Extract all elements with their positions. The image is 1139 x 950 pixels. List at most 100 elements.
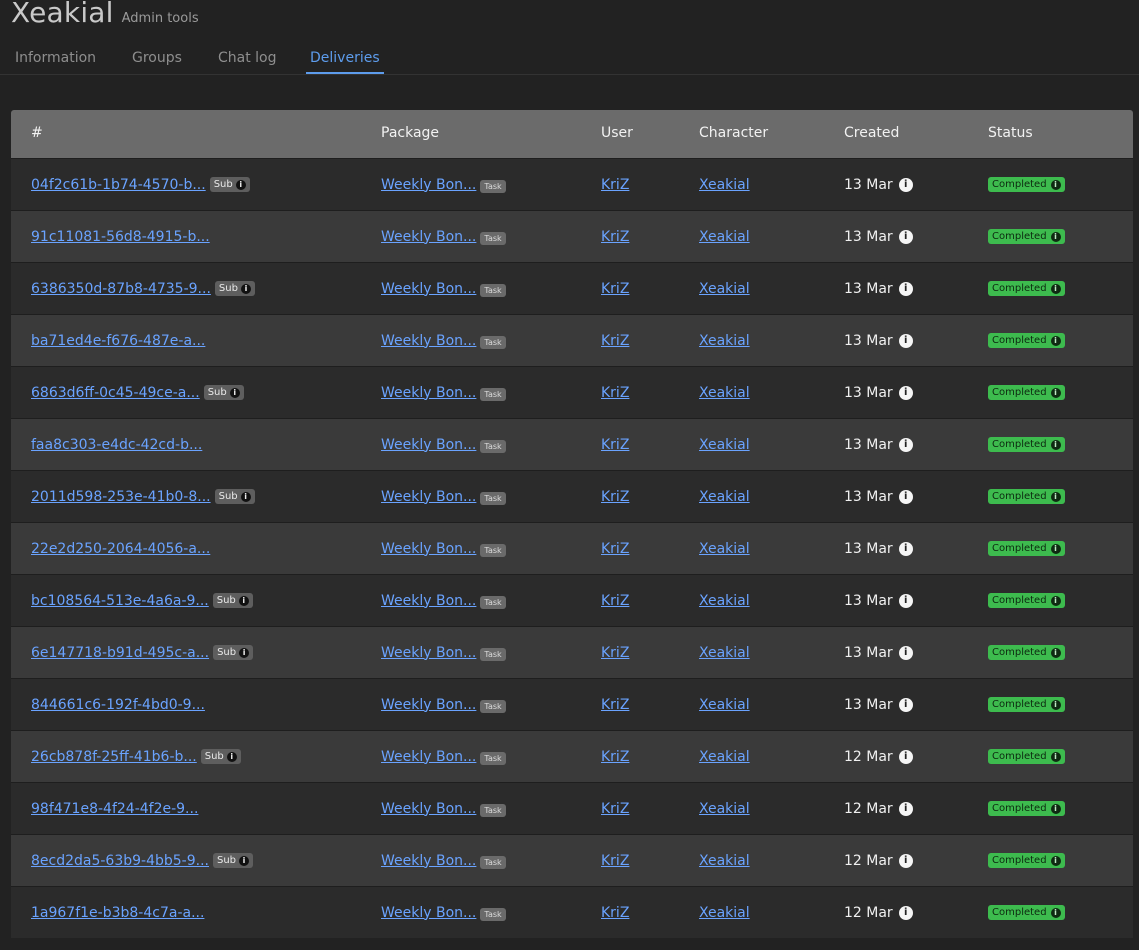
column-header-id[interactable]: # — [31, 125, 43, 141]
info-icon[interactable]: i — [898, 853, 913, 868]
package-link[interactable]: Weekly Bon... — [381, 905, 476, 921]
info-icon[interactable]: i — [898, 801, 913, 816]
delivery-id-link[interactable]: 2011d598-253e-41b0-8... — [31, 489, 211, 505]
package-link[interactable]: Weekly Bon... — [381, 645, 476, 661]
package-link[interactable]: Weekly Bon... — [381, 541, 476, 557]
delivery-id-link[interactable]: 26cb878f-25ff-41b6-b... — [31, 749, 197, 765]
info-icon[interactable]: i — [898, 385, 913, 400]
info-icon[interactable]: i — [898, 489, 913, 504]
status-badge[interactable]: Completed i — [988, 541, 1065, 556]
delivery-id-link[interactable]: 844661c6-192f-4bd0-9... — [31, 697, 205, 713]
package-link[interactable]: Weekly Bon... — [381, 333, 476, 349]
info-icon[interactable]: i — [898, 697, 913, 712]
delivery-id-link[interactable]: 6e147718-b91d-495c-a... — [31, 645, 209, 661]
character-link[interactable]: Xeakial — [699, 645, 750, 661]
info-icon[interactable]: i — [898, 177, 913, 192]
sub-badge[interactable]: Sub i — [213, 645, 254, 660]
sub-badge[interactable]: Sub i — [214, 281, 255, 296]
info-icon[interactable]: i — [898, 229, 913, 244]
status-badge[interactable]: Completed i — [988, 385, 1065, 400]
package-link[interactable]: Weekly Bon... — [381, 229, 476, 245]
sub-badge[interactable]: Sub i — [200, 749, 241, 764]
delivery-id-link[interactable]: faa8c303-e4dc-42cd-b... — [31, 437, 202, 453]
character-link[interactable]: Xeakial — [699, 437, 750, 453]
user-link[interactable]: KriZ — [601, 385, 629, 401]
status-badge[interactable]: Completed i — [988, 853, 1065, 868]
package-link[interactable]: Weekly Bon... — [381, 853, 476, 869]
character-link[interactable]: Xeakial — [699, 177, 750, 193]
delivery-id-link[interactable]: 04f2c61b-1b74-4570-b... — [31, 177, 206, 193]
status-badge[interactable]: Completed i — [988, 333, 1065, 348]
tab-chat-log[interactable]: Chat log — [218, 50, 277, 72]
package-link[interactable]: Weekly Bon... — [381, 437, 476, 453]
status-badge[interactable]: Completed i — [988, 229, 1065, 244]
status-badge[interactable]: Completed i — [988, 437, 1065, 452]
package-link[interactable]: Weekly Bon... — [381, 749, 476, 765]
character-link[interactable]: Xeakial — [699, 541, 750, 557]
user-link[interactable]: KriZ — [601, 801, 629, 817]
user-link[interactable]: KriZ — [601, 697, 629, 713]
user-link[interactable]: KriZ — [601, 853, 629, 869]
sub-badge[interactable]: Sub i — [213, 853, 254, 868]
tab-information[interactable]: Information — [15, 50, 96, 72]
tab-deliveries[interactable]: Deliveries — [306, 50, 384, 74]
column-header-package[interactable]: Package — [381, 125, 439, 141]
package-link[interactable]: Weekly Bon... — [381, 177, 476, 193]
delivery-id-link[interactable]: 1a967f1e-b3b8-4c7a-a... — [31, 905, 204, 921]
package-link[interactable]: Weekly Bon... — [381, 385, 476, 401]
character-link[interactable]: Xeakial — [699, 905, 750, 921]
column-header-created[interactable]: Created — [844, 125, 899, 141]
column-header-user[interactable]: User — [601, 125, 633, 141]
status-badge[interactable]: Completed i — [988, 281, 1065, 296]
status-badge[interactable]: Completed i — [988, 749, 1065, 764]
column-header-status[interactable]: Status — [988, 125, 1033, 141]
user-link[interactable]: KriZ — [601, 437, 629, 453]
delivery-id-link[interactable]: 8ecd2da5-63b9-4bb5-9... — [31, 853, 209, 869]
delivery-id-link[interactable]: bc108564-513e-4a6a-9... — [31, 593, 209, 609]
info-icon[interactable]: i — [898, 541, 913, 556]
delivery-id-link[interactable]: 91c11081-56d8-4915-b... — [31, 229, 210, 245]
user-link[interactable]: KriZ — [601, 645, 629, 661]
status-badge[interactable]: Completed i — [988, 593, 1065, 608]
info-icon[interactable]: i — [898, 437, 913, 452]
sub-badge[interactable]: Sub i — [214, 489, 255, 504]
delivery-id-link[interactable]: ba71ed4e-f676-487e-a... — [31, 333, 205, 349]
info-icon[interactable]: i — [898, 749, 913, 764]
column-header-character[interactable]: Character — [699, 125, 768, 141]
user-link[interactable]: KriZ — [601, 489, 629, 505]
package-link[interactable]: Weekly Bon... — [381, 489, 476, 505]
user-link[interactable]: KriZ — [601, 229, 629, 245]
character-link[interactable]: Xeakial — [699, 853, 750, 869]
delivery-id-link[interactable]: 6863d6ff-0c45-49ce-a... — [31, 385, 200, 401]
delivery-id-link[interactable]: 6386350d-87b8-4735-9... — [31, 281, 211, 297]
character-link[interactable]: Xeakial — [699, 749, 750, 765]
status-badge[interactable]: Completed i — [988, 645, 1065, 660]
character-link[interactable]: Xeakial — [699, 593, 750, 609]
package-link[interactable]: Weekly Bon... — [381, 281, 476, 297]
info-icon[interactable]: i — [898, 593, 913, 608]
character-link[interactable]: Xeakial — [699, 801, 750, 817]
status-badge[interactable]: Completed i — [988, 177, 1065, 192]
user-link[interactable]: KriZ — [601, 177, 629, 193]
status-badge[interactable]: Completed i — [988, 697, 1065, 712]
character-link[interactable]: Xeakial — [699, 281, 750, 297]
user-link[interactable]: KriZ — [601, 593, 629, 609]
character-link[interactable]: Xeakial — [699, 333, 750, 349]
user-link[interactable]: KriZ — [601, 281, 629, 297]
info-icon[interactable]: i — [898, 333, 913, 348]
character-link[interactable]: Xeakial — [699, 385, 750, 401]
info-icon[interactable]: i — [898, 281, 913, 296]
tab-groups[interactable]: Groups — [132, 50, 182, 72]
delivery-id-link[interactable]: 98f471e8-4f24-4f2e-9... — [31, 801, 198, 817]
sub-badge[interactable]: Sub i — [203, 385, 244, 400]
character-link[interactable]: Xeakial — [699, 489, 750, 505]
info-icon[interactable]: i — [898, 905, 913, 920]
user-link[interactable]: KriZ — [601, 541, 629, 557]
sub-badge[interactable]: Sub i — [209, 177, 250, 192]
status-badge[interactable]: Completed i — [988, 489, 1065, 504]
package-link[interactable]: Weekly Bon... — [381, 801, 476, 817]
sub-badge[interactable]: Sub i — [212, 593, 253, 608]
status-badge[interactable]: Completed i — [988, 905, 1065, 920]
info-icon[interactable]: i — [898, 645, 913, 660]
package-link[interactable]: Weekly Bon... — [381, 593, 476, 609]
